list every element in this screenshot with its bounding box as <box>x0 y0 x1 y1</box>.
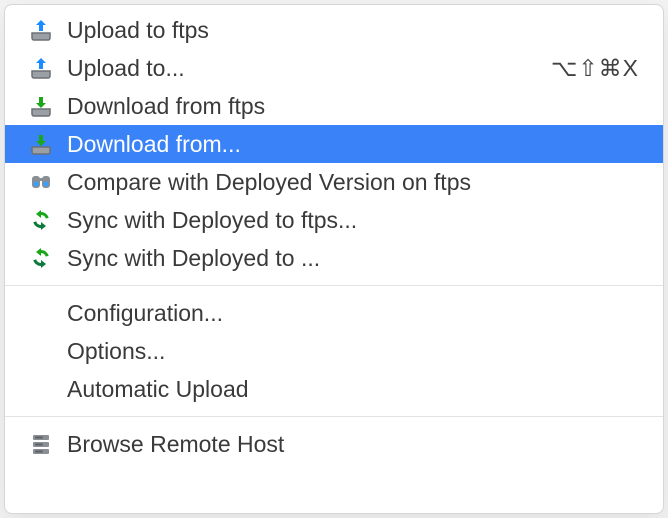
menu-item-download-from-ftps[interactable]: Download from ftps <box>5 87 663 125</box>
menu-item-label: Download from ftps <box>67 93 639 120</box>
menu-item-label: Upload to ftps <box>67 17 639 44</box>
menu-item-browse-remote-host[interactable]: Browse Remote Host <box>5 425 663 463</box>
menu-item-configuration[interactable]: Configuration... <box>5 294 663 332</box>
sync-icon <box>27 244 55 272</box>
menu-item-compare-deployed[interactable]: Compare with Deployed Version on ftps <box>5 163 663 201</box>
menu-item-label: Browse Remote Host <box>67 431 639 458</box>
menu-item-label: Automatic Upload <box>67 376 639 403</box>
upload-icon <box>27 54 55 82</box>
menu-separator <box>5 416 663 417</box>
menu-item-label: Sync with Deployed to ftps... <box>67 207 639 234</box>
menu-separator <box>5 285 663 286</box>
menu-item-label: Options... <box>67 338 639 365</box>
menu-item-automatic-upload[interactable]: Automatic Upload <box>5 370 663 408</box>
sync-icon <box>27 206 55 234</box>
menu-item-shortcut: ⌥⇧⌘X <box>551 55 639 82</box>
menu-item-label: Download from... <box>67 131 639 158</box>
menu-item-upload-to[interactable]: Upload to... ⌥⇧⌘X <box>5 49 663 87</box>
compare-icon <box>27 168 55 196</box>
deployment-context-menu: Upload to ftps Upload to... ⌥⇧⌘X Downloa… <box>4 4 664 514</box>
upload-icon <box>27 16 55 44</box>
menu-item-label: Upload to... <box>67 55 551 82</box>
menu-item-label: Configuration... <box>67 300 639 327</box>
menu-item-download-from[interactable]: Download from... <box>5 125 663 163</box>
menu-item-options[interactable]: Options... <box>5 332 663 370</box>
menu-item-label: Compare with Deployed Version on ftps <box>67 169 639 196</box>
menu-item-sync-deployed-ftps[interactable]: Sync with Deployed to ftps... <box>5 201 663 239</box>
server-icon <box>27 430 55 458</box>
menu-item-label: Sync with Deployed to ... <box>67 245 639 272</box>
download-icon <box>27 130 55 158</box>
download-icon <box>27 92 55 120</box>
menu-item-sync-deployed-to[interactable]: Sync with Deployed to ... <box>5 239 663 277</box>
menu-item-upload-to-ftps[interactable]: Upload to ftps <box>5 11 663 49</box>
